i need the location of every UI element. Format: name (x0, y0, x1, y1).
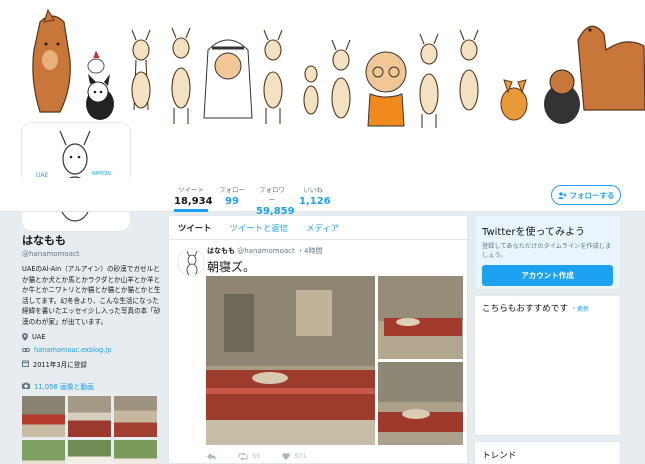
stat-following[interactable]: フォロー 99 (219, 184, 245, 207)
add-user-icon (557, 191, 567, 199)
calendar-icon (22, 360, 29, 368)
stat-following-value: 99 (225, 196, 239, 207)
recommendations-title: こちらもおすすめです (482, 304, 568, 314)
stat-likes-label: いいね (303, 186, 323, 194)
media-thumbnail[interactable] (114, 439, 157, 464)
man-headdress-illustration (203, 39, 253, 119)
tweet-text: 朝寝ズ。 (207, 260, 256, 274)
reply-button[interactable] (207, 452, 216, 460)
tweet-photo-main (206, 276, 375, 445)
stat-tweets[interactable]: ツイート 18,934 (174, 184, 213, 212)
signup-card: Twitterを使ってみよう 登録してあなただけのタイムラインを作成しましょう。… (474, 215, 621, 290)
media-thumbnail[interactable] (114, 395, 157, 437)
profile-website-link[interactable]: hanamomoac.exblog.jp (34, 346, 111, 354)
media-thumbnail[interactable] (68, 439, 111, 464)
profile-joined: 2011年3月に登録 (22, 359, 162, 369)
create-account-button[interactable]: アカウント作成 (482, 265, 613, 286)
tweet-photos (206, 276, 463, 445)
media-thumbnail[interactable] (22, 439, 65, 464)
tweet-media-grid (206, 276, 463, 445)
retweet-icon (238, 452, 248, 460)
profile-joined-text: 2011年3月に登録 (33, 360, 87, 369)
trends-title: トレンド (482, 451, 517, 461)
profile-handle[interactable]: @hanamomoact (22, 250, 162, 258)
like-count: 571 (294, 452, 307, 460)
tab-tweets[interactable]: ツイート (178, 222, 212, 234)
stat-tweets-label: ツイート (178, 186, 204, 194)
tweet-header: はなもも @hanamomoact ・4時間 (207, 246, 322, 256)
profile-website[interactable]: hanamomoac.exblog.jp (22, 346, 162, 354)
profile-nav-bar: ツイート 18,934 フォロー 99 フォロワー 59,859 いいね 1,1… (0, 178, 645, 217)
tweet-photo-2 (378, 276, 463, 359)
link-icon (22, 347, 30, 352)
avatar-gazelle-icon: UAE NIPPON (26, 127, 126, 227)
retweet-count: 55 (252, 452, 261, 460)
tab-media[interactable]: メディア (306, 222, 339, 234)
recommendations-update-link[interactable]: ・更新 (571, 306, 589, 313)
tweet[interactable]: はなもも @hanamomoact ・4時間 朝寝ズ。 55 571 (169, 240, 467, 464)
cat-illustration (86, 74, 114, 120)
black-dog-illustration (544, 69, 580, 124)
dog-illustration (500, 79, 528, 121)
location-pin-icon (22, 332, 28, 341)
horse-illustration (32, 8, 71, 113)
follow-button[interactable]: フォローする (551, 185, 621, 205)
tweet-avatar-gazelle-icon (186, 250, 198, 275)
timeline: ツイート ツイートと返信 メディア はなもも @hanamomoact ・4時間… (168, 215, 468, 464)
tweet-handle[interactable]: @hanamomoact (237, 247, 295, 255)
profile-avatar[interactable]: UAE NIPPON (22, 123, 130, 231)
photos-videos-link[interactable]: 11,058 画像と動画 (22, 381, 162, 391)
profile-location-text: UAE (32, 332, 46, 341)
tweet-time[interactable]: ・4時間 (297, 247, 322, 255)
profile-name[interactable]: はなもも (22, 232, 162, 248)
media-thumbnail[interactable] (22, 395, 65, 437)
photos-videos-label: 11,058 画像と動画 (34, 382, 94, 391)
gazelle-row (131, 27, 479, 128)
tweet-actions: 55 571 (207, 452, 307, 460)
profile-sidebar: はなもも @hanamomoact UAEのAl-Ain（アルアイン）の砂漠でガ… (22, 232, 162, 464)
signup-title: Twitterを使ってみよう (482, 227, 586, 238)
stat-followers[interactable]: フォロワー 59,859 (256, 184, 295, 217)
right-sidebar: Twitterを使ってみよう 登録してあなただけのタイムラインを作成しましょう。… (474, 215, 621, 464)
profile-bio: UAEのAl-Ain（アルアイン）の砂漠でガゼルとか猫とか犬とか馬とかラクダとか… (22, 265, 161, 326)
svg-text:NIPPON: NIPPON (92, 171, 111, 177)
stat-followers-label: フォロワー (259, 186, 285, 204)
profile-location: UAE (22, 332, 162, 341)
camel-illustration (577, 25, 645, 111)
like-button[interactable]: 571 (282, 452, 307, 460)
trends-card: トレンド (474, 441, 621, 464)
tweet-photo-3 (378, 362, 463, 445)
stat-likes-value: 1,126 (299, 196, 331, 207)
timeline-tabs: ツイート ツイートと返信 メディア (169, 216, 467, 240)
media-thumbnails (22, 395, 162, 464)
camera-icon (22, 382, 30, 390)
tweet-author[interactable]: はなもも (207, 247, 235, 255)
media-thumbnail[interactable] (68, 395, 111, 437)
stat-following-label: フォロー (219, 186, 245, 194)
man-glasses-illustration (365, 51, 407, 127)
tab-tweets-replies[interactable]: ツイートと返信 (230, 222, 289, 234)
tweet-avatar[interactable] (177, 248, 205, 276)
recommendations-card: こちらもおすすめです ・更新 (474, 295, 621, 436)
signup-subtitle: 登録してあなただけのタイムラインを作成しましょう。 (482, 243, 612, 259)
retweet-button[interactable]: 55 (238, 452, 260, 460)
reply-icon (207, 452, 216, 460)
follow-button-label: フォローする (569, 190, 615, 200)
heart-icon (282, 452, 291, 460)
stat-likes[interactable]: いいね 1,126 (299, 184, 331, 207)
stat-tweets-value: 18,934 (174, 196, 213, 207)
